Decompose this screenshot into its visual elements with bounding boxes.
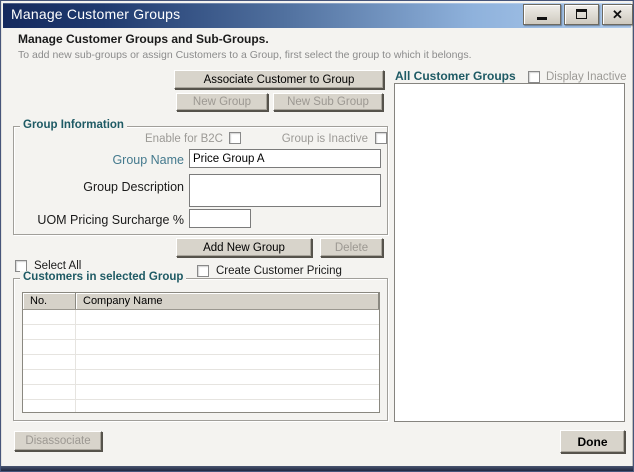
table-row[interactable] [23,340,379,355]
disassociate-button[interactable]: Disassociate [14,431,102,451]
table-row[interactable] [23,385,379,400]
maximize-button[interactable] [564,4,599,25]
add-new-group-button[interactable]: Add New Group [176,238,312,257]
manage-customer-groups-window: Manage Customer Groups ✕ Manage Customer… [0,0,634,472]
group-description-input[interactable] [189,174,381,207]
table-cell-no [23,325,76,339]
table-cell-company [76,325,379,339]
table-cell-company [76,310,379,324]
close-button[interactable]: ✕ [602,4,633,25]
new-sub-group-button[interactable]: New Sub Group [273,93,383,111]
uom-pricing-surcharge-label: UOM Pricing Surcharge % [37,213,184,227]
table-row[interactable] [23,400,379,412]
table-cell-company [76,385,379,399]
group-name-input[interactable] [189,149,381,168]
table-cell-no [23,340,76,354]
done-button[interactable]: Done [560,430,625,453]
table-row[interactable] [23,310,379,325]
minimize-button[interactable] [523,4,561,25]
display-inactive-label: Display Inactive [546,71,627,83]
all-customer-groups-title: All Customer Groups [395,69,516,83]
group-is-inactive-label: Group is Inactive [281,133,368,145]
create-customer-pricing-checkbox[interactable] [197,265,209,277]
associate-customer-to-group-button[interactable]: Associate Customer to Group [174,70,384,89]
all-customer-groups-list[interactable] [394,83,625,422]
column-header-company-name[interactable]: Company Name [76,293,379,309]
table-cell-company [76,355,379,369]
close-icon: ✕ [612,7,623,22]
window-bottom-edge [1,466,633,471]
create-customer-pricing-label: Create Customer Pricing [216,265,342,277]
table-cell-no [23,310,76,324]
table-row[interactable] [23,325,379,340]
delete-button[interactable]: Delete [320,238,383,257]
minimize-icon [537,17,547,20]
customers-in-selected-group-legend: Customers in selected Group [20,271,187,283]
table-cell-company [76,370,379,384]
maximize-icon [576,9,587,19]
customers-table-header: No. Company Name [23,293,379,310]
group-information-legend: Group Information [20,119,127,131]
window-title: Manage Customer Groups [11,6,181,22]
table-cell-company [76,340,379,354]
uom-pricing-surcharge-input[interactable] [189,209,251,228]
new-group-button[interactable]: New Group [176,93,268,111]
table-cell-company [76,400,379,412]
column-header-no[interactable]: No. [23,293,76,309]
group-is-inactive-checkbox[interactable] [375,132,387,144]
group-description-label: Group Description [83,180,184,194]
page-title: Manage Customer Groups and Sub-Groups. [18,32,269,46]
display-inactive-checkbox[interactable] [528,71,540,83]
table-row[interactable] [23,355,379,370]
customers-table: No. Company Name [22,292,380,413]
group-name-label: Group Name [112,153,184,167]
page-subtitle: To add new sub-groups or assign Customer… [18,49,472,61]
table-cell-no [23,355,76,369]
table-row[interactable] [23,370,379,385]
table-cell-no [23,400,76,412]
enable-b2c-label: Enable for B2C [145,133,223,145]
table-cell-no [23,385,76,399]
enable-b2c-checkbox[interactable] [229,132,241,144]
table-cell-no [23,370,76,384]
